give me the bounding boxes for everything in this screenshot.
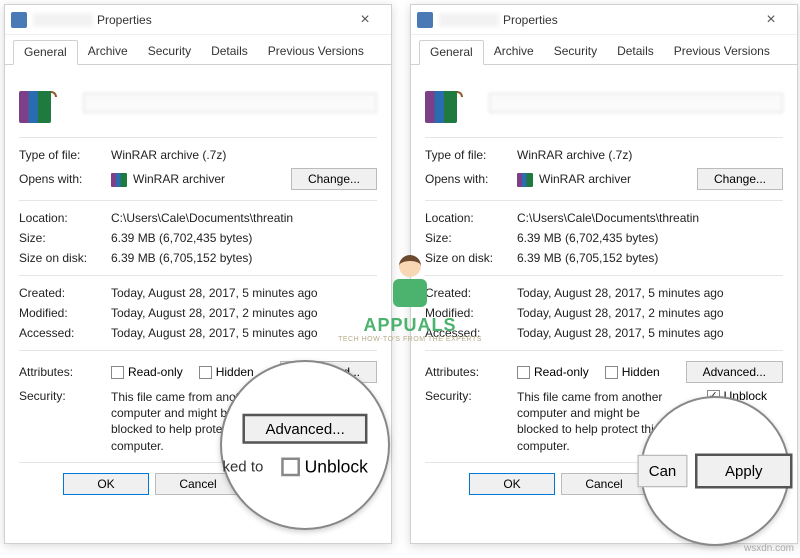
file-icon: [11, 12, 27, 28]
winrar-small-icon: [517, 171, 533, 187]
magnified-unblock-checkbox[interactable]: Unblock: [281, 456, 368, 476]
winrar-small-icon: [111, 171, 127, 187]
filename-input[interactable]: [489, 93, 783, 113]
close-icon[interactable]: ×: [751, 11, 791, 29]
watermark: wsxdn.com: [744, 543, 794, 554]
value-modified: Today, August 28, 2017, 2 minutes ago: [517, 306, 724, 320]
hidden-checkbox[interactable]: Hidden: [605, 365, 660, 379]
filename-input[interactable]: [83, 93, 377, 113]
label-accessed: Accessed:: [19, 326, 111, 340]
readonly-checkbox[interactable]: Read-only: [517, 365, 589, 379]
tabs: General Archive Security Details Previou…: [5, 39, 391, 65]
label-location: Location:: [425, 211, 517, 225]
value-location: C:\Users\Cale\Documents\threatin: [517, 211, 699, 225]
readonly-label: Read-only: [534, 365, 589, 379]
value-size: 6.39 MB (6,702,435 bytes): [517, 231, 658, 245]
winrar-icon: [19, 83, 63, 123]
label-security: Security:: [425, 389, 517, 403]
tab-general[interactable]: General: [419, 40, 484, 65]
window-title: Properties: [97, 13, 152, 27]
file-icon: [417, 12, 433, 28]
tab-security[interactable]: Security: [138, 40, 201, 65]
label-opens: Opens with:: [425, 172, 517, 186]
label-type: Type of file:: [19, 148, 111, 162]
tab-archive[interactable]: Archive: [78, 40, 138, 65]
label-disk: Size on disk:: [425, 251, 517, 265]
label-accessed: Accessed:: [425, 326, 517, 340]
value-disk: 6.39 MB (6,705,152 bytes): [111, 251, 252, 265]
label-created: Created:: [425, 286, 517, 300]
tab-security[interactable]: Security: [544, 40, 607, 65]
magnified-cancel-partial[interactable]: Can: [637, 455, 687, 488]
label-opens: Opens with:: [19, 172, 111, 186]
readonly-checkbox[interactable]: Read-only: [111, 365, 183, 379]
titlebar[interactable]: Properties ×: [411, 5, 797, 35]
magnified-advanced-button[interactable]: Advanced...: [243, 414, 367, 444]
label-size: Size:: [19, 231, 111, 245]
value-opens: WinRAR archiver: [133, 172, 291, 186]
ok-button[interactable]: OK: [63, 473, 149, 495]
tab-archive[interactable]: Archive: [484, 40, 544, 65]
value-opens: WinRAR archiver: [539, 172, 697, 186]
window-title: Properties: [503, 13, 558, 27]
value-modified: Today, August 28, 2017, 2 minutes ago: [111, 306, 318, 320]
magnified-partial-text: ked to: [222, 458, 263, 476]
value-created: Today, August 28, 2017, 5 minutes ago: [517, 286, 724, 300]
filename-blurred: [439, 13, 499, 27]
tab-details[interactable]: Details: [607, 40, 664, 65]
label-disk: Size on disk:: [19, 251, 111, 265]
value-accessed: Today, August 28, 2017, 5 minutes ago: [111, 326, 318, 340]
tab-general[interactable]: General: [13, 40, 78, 65]
winrar-icon: [425, 83, 469, 123]
label-modified: Modified:: [19, 306, 111, 320]
label-created: Created:: [19, 286, 111, 300]
titlebar[interactable]: Properties ×: [5, 5, 391, 35]
hidden-label: Hidden: [216, 365, 254, 379]
value-size: 6.39 MB (6,702,435 bytes): [111, 231, 252, 245]
label-size: Size:: [425, 231, 517, 245]
magnifier-apply: Can Apply: [640, 396, 790, 546]
tab-details[interactable]: Details: [201, 40, 258, 65]
tabs: General Archive Security Details Previou…: [411, 39, 797, 65]
change-button[interactable]: Change...: [697, 168, 783, 190]
filename-blurred: [33, 13, 93, 27]
tab-previous-versions[interactable]: Previous Versions: [258, 40, 374, 65]
value-type: WinRAR archive (.7z): [111, 148, 226, 162]
label-attributes: Attributes:: [425, 365, 517, 379]
magnified-apply-button[interactable]: Apply: [695, 454, 793, 489]
close-icon[interactable]: ×: [345, 11, 385, 29]
hidden-label: Hidden: [622, 365, 660, 379]
readonly-label: Read-only: [128, 365, 183, 379]
value-type: WinRAR archive (.7z): [517, 148, 632, 162]
label-type: Type of file:: [425, 148, 517, 162]
hidden-checkbox[interactable]: Hidden: [199, 365, 254, 379]
change-button[interactable]: Change...: [291, 168, 377, 190]
ok-button[interactable]: OK: [469, 473, 555, 495]
tab-previous-versions[interactable]: Previous Versions: [664, 40, 780, 65]
value-accessed: Today, August 28, 2017, 5 minutes ago: [517, 326, 724, 340]
value-created: Today, August 28, 2017, 5 minutes ago: [111, 286, 318, 300]
value-disk: 6.39 MB (6,705,152 bytes): [517, 251, 658, 265]
label-security: Security:: [19, 389, 111, 403]
advanced-button[interactable]: Advanced...: [686, 361, 783, 383]
magnified-unblock-label: Unblock: [304, 456, 367, 476]
label-modified: Modified:: [425, 306, 517, 320]
value-location: C:\Users\Cale\Documents\threatin: [111, 211, 293, 225]
magnifier-advanced-unblock: Advanced... ked to Unblock: [220, 360, 390, 530]
cancel-button[interactable]: Cancel: [561, 473, 647, 495]
label-location: Location:: [19, 211, 111, 225]
label-attributes: Attributes:: [19, 365, 111, 379]
